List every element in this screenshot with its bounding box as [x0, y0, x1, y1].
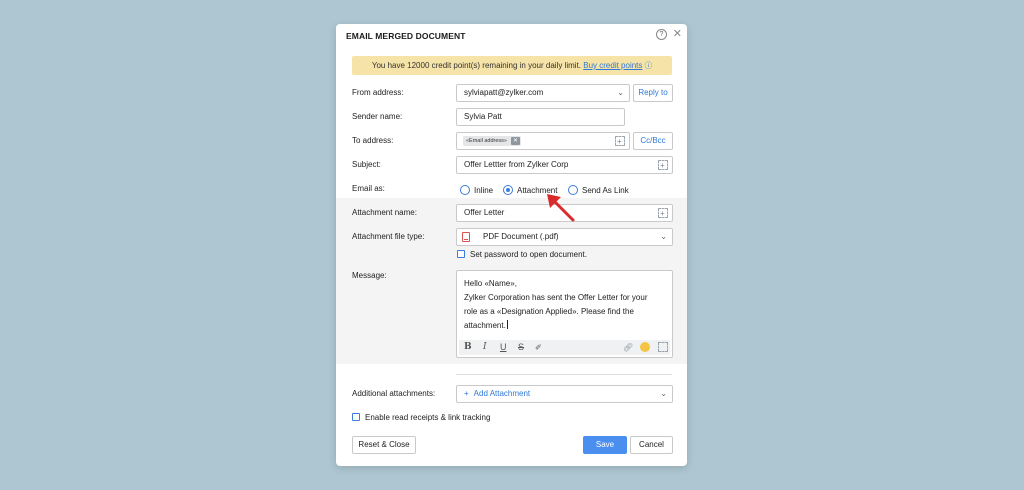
- radio-send-as-link-label: Send As Link: [582, 186, 629, 195]
- chevron-down-icon: ⌄: [617, 88, 624, 97]
- message-line: Zylker Corporation has sent the Offer Le…: [464, 293, 648, 302]
- credit-notice: You have 12000 credit point(s) remaining…: [352, 56, 672, 75]
- chevron-down-icon: ⌄: [660, 232, 667, 241]
- to-address-input[interactable]: «Email address» ✕: [456, 132, 630, 150]
- read-receipts-label: Enable read receipts & link tracking: [365, 413, 491, 422]
- bold-button[interactable]: B: [464, 340, 472, 355]
- link-icon[interactable]: 🔗︎: [623, 340, 633, 355]
- from-address-select[interactable]: sylviapatt@zylker.com ⌄: [456, 84, 630, 102]
- emoji-icon[interactable]: [640, 342, 650, 352]
- set-password-label: Set password to open document.: [470, 250, 587, 259]
- radio-attachment-icon[interactable]: [503, 185, 513, 195]
- radio-inline[interactable]: Inline: [460, 184, 493, 198]
- clear-format-icon[interactable]: ✐: [535, 340, 542, 355]
- subject-value: Offer Lettter from Zylker Corp: [464, 160, 569, 169]
- insert-field-icon[interactable]: [658, 206, 668, 222]
- sender-name-label: Sender name:: [352, 112, 403, 121]
- attachment-file-type-label: Attachment file type:: [352, 232, 425, 241]
- message-editor[interactable]: Hello «Name», Zylker Corporation has sen…: [456, 270, 673, 358]
- editor-toolbar: B I U S ✐ 🔗︎: [459, 340, 670, 355]
- cancel-button[interactable]: Cancel: [630, 436, 673, 454]
- help-icon[interactable]: ?: [656, 29, 667, 40]
- plus-icon: +: [464, 389, 469, 398]
- radio-inline-icon[interactable]: [460, 185, 470, 195]
- close-icon[interactable]: ✕: [673, 27, 682, 41]
- to-address-label: To address:: [352, 136, 394, 145]
- add-attachment-label: Add Attachment: [473, 389, 531, 398]
- reset-close-button[interactable]: Reset & Close: [352, 436, 416, 454]
- pointer-arrow-icon: [547, 194, 575, 222]
- email-merged-document-dialog: EMAIL MERGED DOCUMENT ? ✕ You have 12000…: [336, 24, 687, 466]
- strikethrough-button[interactable]: S: [518, 340, 524, 355]
- dialog-header: EMAIL MERGED DOCUMENT ? ✕: [336, 24, 687, 46]
- pdf-icon: [462, 232, 470, 242]
- text-cursor: [506, 320, 508, 329]
- add-attachment-button[interactable]: + Add Attachment ⌄: [456, 385, 673, 403]
- file-type-select[interactable]: PDF Document (.pdf) ⌄: [456, 228, 673, 246]
- section-divider: [456, 374, 672, 375]
- reply-to-button[interactable]: Reply to: [633, 84, 673, 102]
- message-body[interactable]: Hello «Name», Zylker Corporation has sen…: [464, 277, 669, 333]
- message-line: attachment.: [464, 321, 506, 330]
- buy-credit-points-link[interactable]: Buy credit points: [583, 61, 642, 70]
- chip-remove-icon[interactable]: ✕: [510, 137, 520, 145]
- chip-label: «Email address»: [466, 138, 507, 144]
- dialog-title: EMAIL MERGED DOCUMENT: [346, 31, 466, 41]
- sender-name-value: Sylvia Patt: [464, 112, 502, 121]
- sender-name-input[interactable]: Sylvia Patt: [456, 108, 625, 126]
- insert-field-icon[interactable]: [658, 158, 668, 174]
- additional-attachments-label: Additional attachments:: [352, 389, 436, 398]
- cc-bcc-button[interactable]: Cc/Bcc: [633, 132, 673, 150]
- from-address-value: sylviapatt@zylker.com: [464, 88, 544, 97]
- set-password-option[interactable]: Set password to open document.: [457, 249, 587, 261]
- insert-field-icon[interactable]: [658, 342, 668, 352]
- info-icon[interactable]: ⓘ: [645, 61, 653, 70]
- file-type-value: PDF Document (.pdf): [483, 232, 559, 241]
- credit-notice-text: You have 12000 credit point(s) remaining…: [371, 61, 582, 70]
- chevron-down-icon[interactable]: ⌄: [660, 386, 667, 402]
- attachment-name-label: Attachment name:: [352, 208, 417, 217]
- message-last-line: attachment.: [464, 319, 669, 333]
- message-line: role as a «Designation Applied». Please …: [464, 307, 634, 316]
- email-address-chip[interactable]: «Email address» ✕: [463, 136, 521, 146]
- read-receipts-checkbox[interactable]: [352, 413, 360, 421]
- save-button[interactable]: Save: [583, 436, 627, 454]
- insert-field-icon[interactable]: [615, 134, 625, 150]
- radio-inline-label: Inline: [474, 186, 494, 195]
- message-line: Hello «Name»,: [464, 279, 517, 288]
- email-as-label: Email as:: [352, 184, 385, 193]
- underline-button[interactable]: U: [500, 340, 507, 355]
- read-receipts-option[interactable]: Enable read receipts & link tracking: [352, 412, 490, 424]
- subject-input[interactable]: Offer Lettter from Zylker Corp: [456, 156, 673, 174]
- subject-label: Subject:: [352, 160, 381, 169]
- set-password-checkbox[interactable]: [457, 250, 465, 258]
- from-address-label: From address:: [352, 88, 404, 97]
- message-label: Message:: [352, 271, 387, 280]
- italic-button[interactable]: I: [483, 340, 487, 355]
- attachment-name-value: Offer Letter: [464, 208, 505, 217]
